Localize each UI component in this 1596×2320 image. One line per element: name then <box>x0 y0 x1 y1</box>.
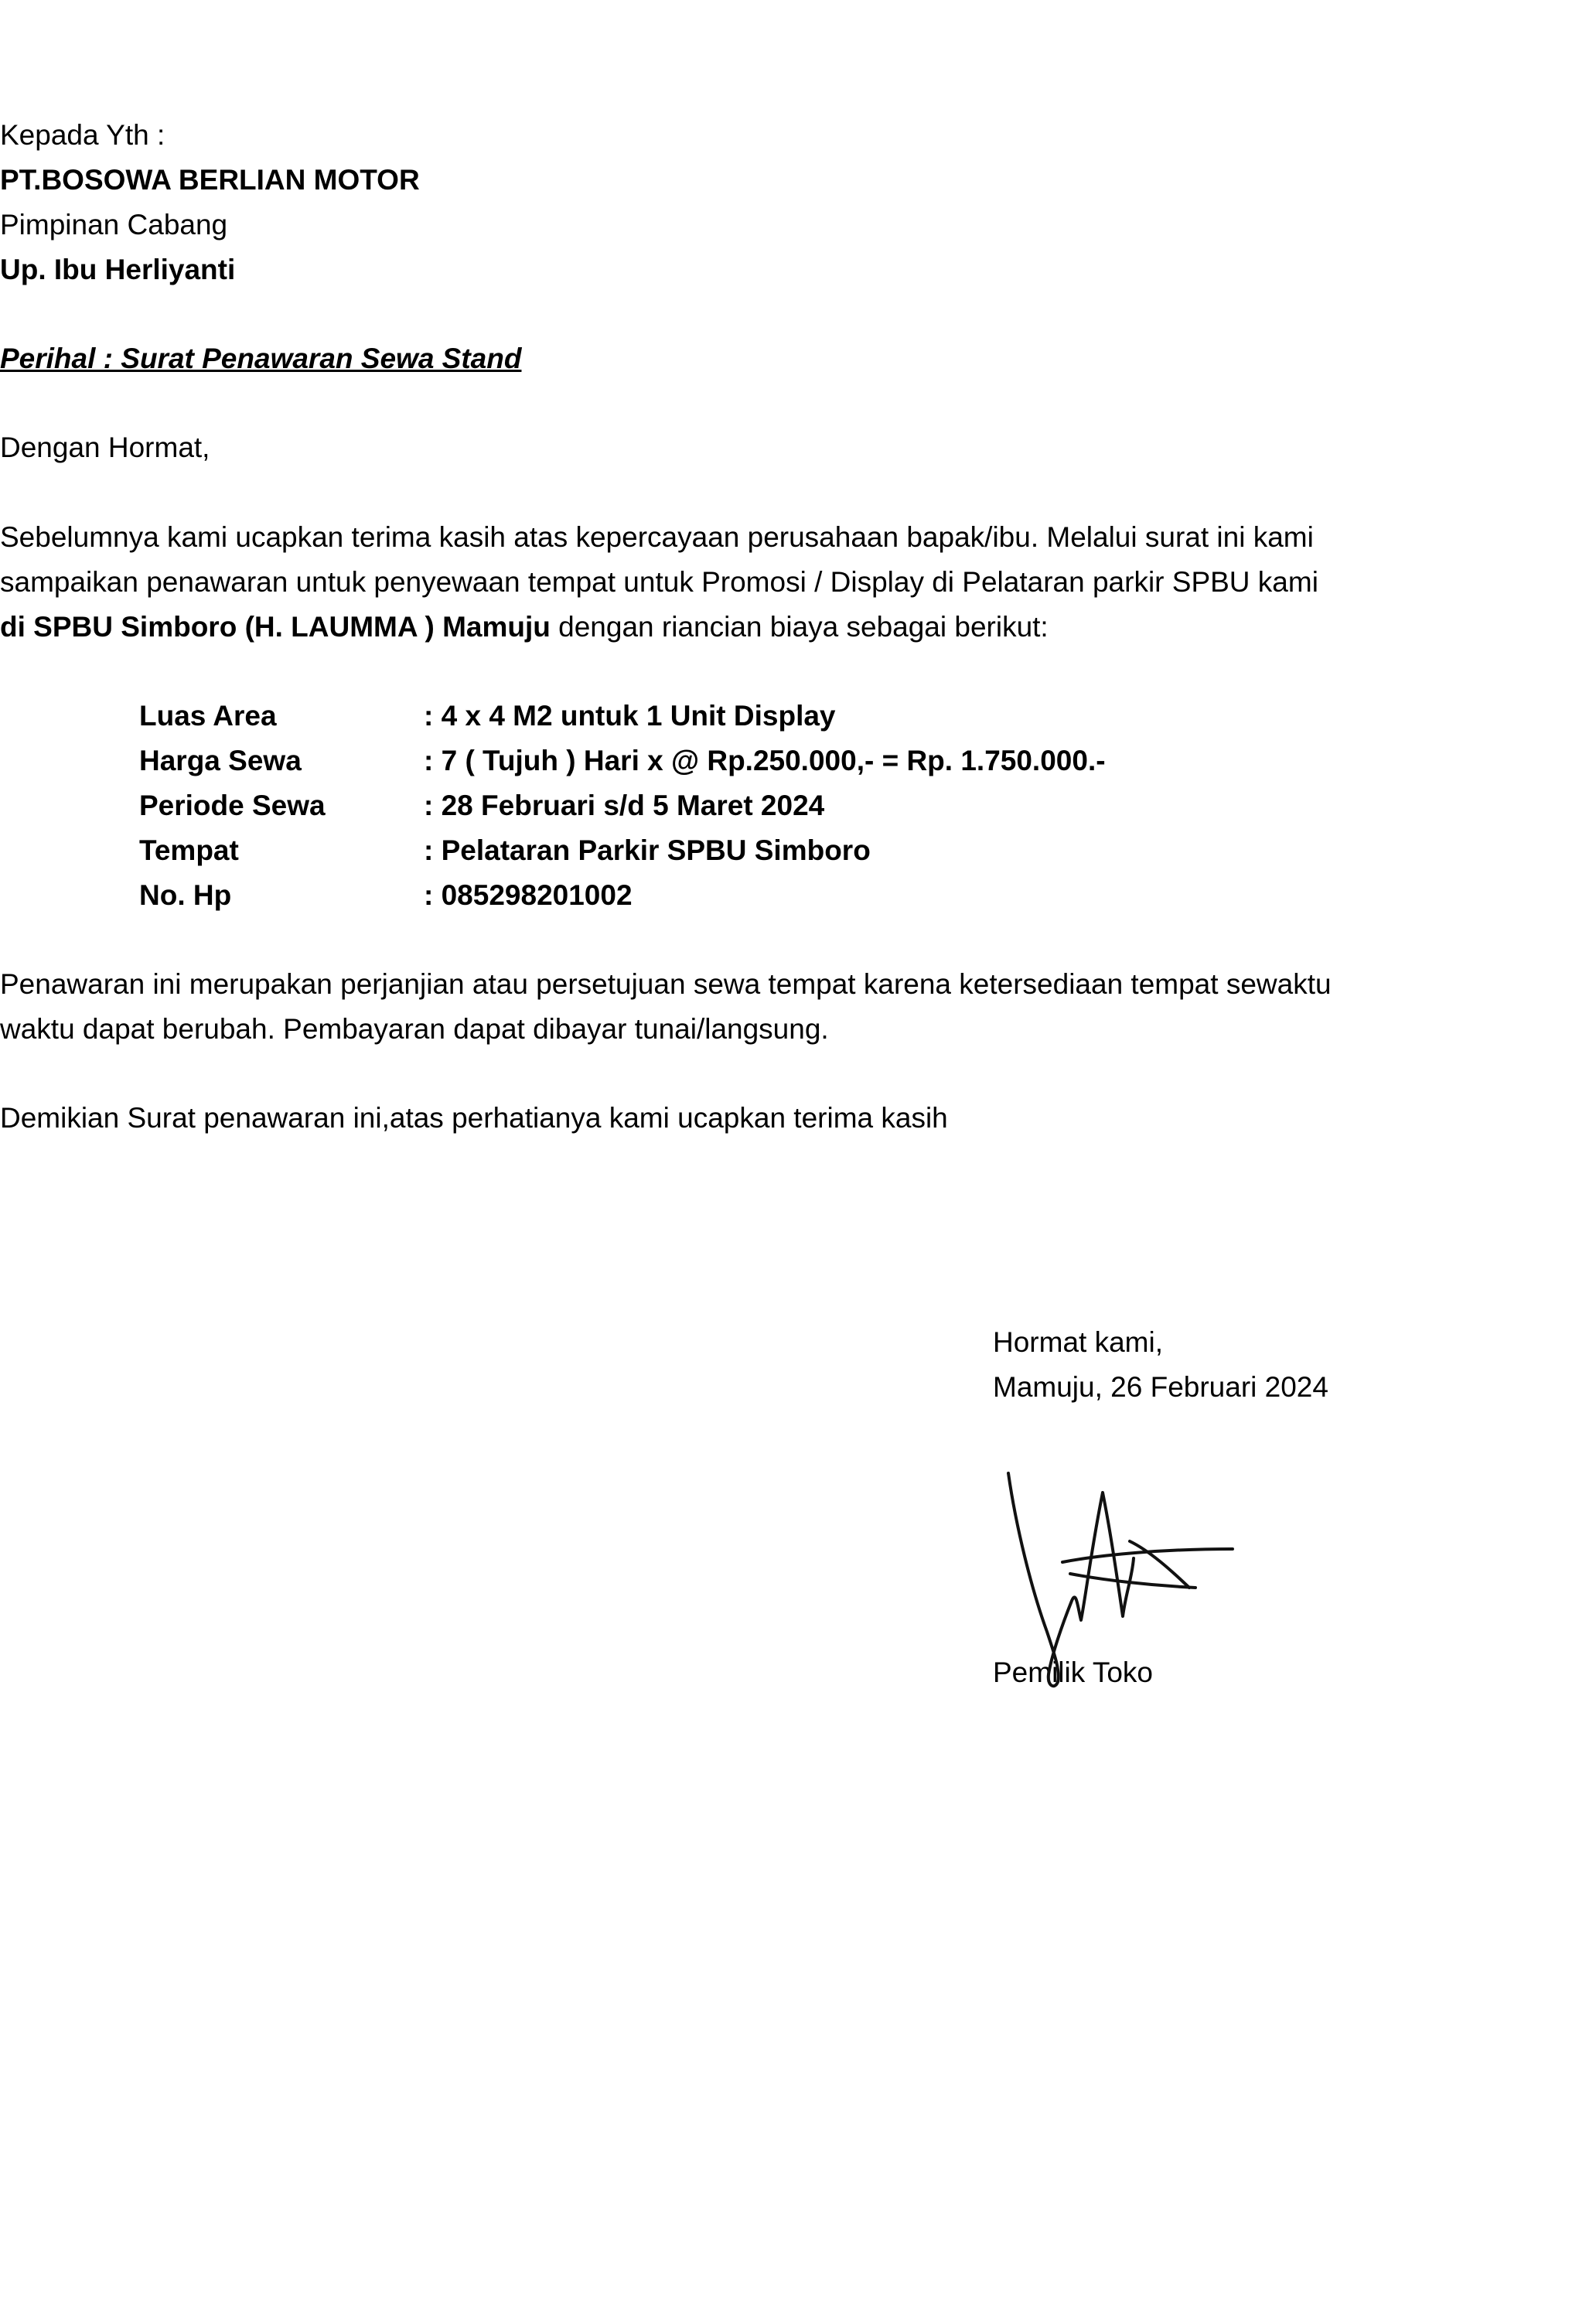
detail-label: No. Hp <box>139 879 232 911</box>
recipient-position: Pimpinan Cabang <box>0 209 228 241</box>
intro-line-2: sampaikan penawaran untuk penyewaan temp… <box>0 566 1318 598</box>
detail-label: Periode Sewa <box>139 790 326 821</box>
closing-place-date: Mamuju, 26 Februari 2024 <box>993 1371 1328 1403</box>
greeting: Dengan Hormat, <box>0 432 210 463</box>
detail-value: : Pelataran Parkir SPBU Simboro <box>424 834 871 866</box>
detail-label: Luas Area <box>139 700 277 732</box>
detail-label: Tempat <box>139 834 239 866</box>
intro-line-3: di SPBU Simboro (H. LAUMMA ) Mamuju deng… <box>0 605 1049 650</box>
closing-regards: Hormat kami, <box>993 1326 1163 1358</box>
closing-sentence: Demikian Surat penawaran ini,atas perhat… <box>0 1102 948 1134</box>
terms-line-1: Penawaran ini merupakan perjanjian atau … <box>0 968 1332 1000</box>
intro-location: di SPBU Simboro (H. LAUMMA ) Mamuju <box>0 611 551 643</box>
terms-line-2: waktu dapat berubah. Pembayaran dapat di… <box>0 1013 829 1045</box>
intro-line-1: Sebelumnya kami ucapkan terima kasih ata… <box>0 521 1314 553</box>
detail-value: : 4 x 4 M2 untuk 1 Unit Display <box>424 700 836 732</box>
detail-value: : 28 Februari s/d 5 Maret 2024 <box>424 790 825 821</box>
detail-value: : 7 ( Tujuh ) Hari x @ Rp.250.000,- = Rp… <box>424 745 1106 776</box>
letter-subject: Perihal : Surat Penawaran Sewa Stand <box>0 343 522 374</box>
recipient-attention: Up. Ibu Herliyanti <box>0 254 236 285</box>
detail-label: Harga Sewa <box>139 745 302 776</box>
detail-value: : 085298201002 <box>424 879 633 911</box>
intro-line-3-rest: dengan riancian biaya sebagai berikut: <box>550 611 1049 643</box>
recipient-company: PT.BOSOWA BERLIAN MOTOR <box>0 164 420 196</box>
recipient-salutation: Kepada Yth : <box>0 119 165 151</box>
handwritten-signature <box>1007 1472 1234 1688</box>
